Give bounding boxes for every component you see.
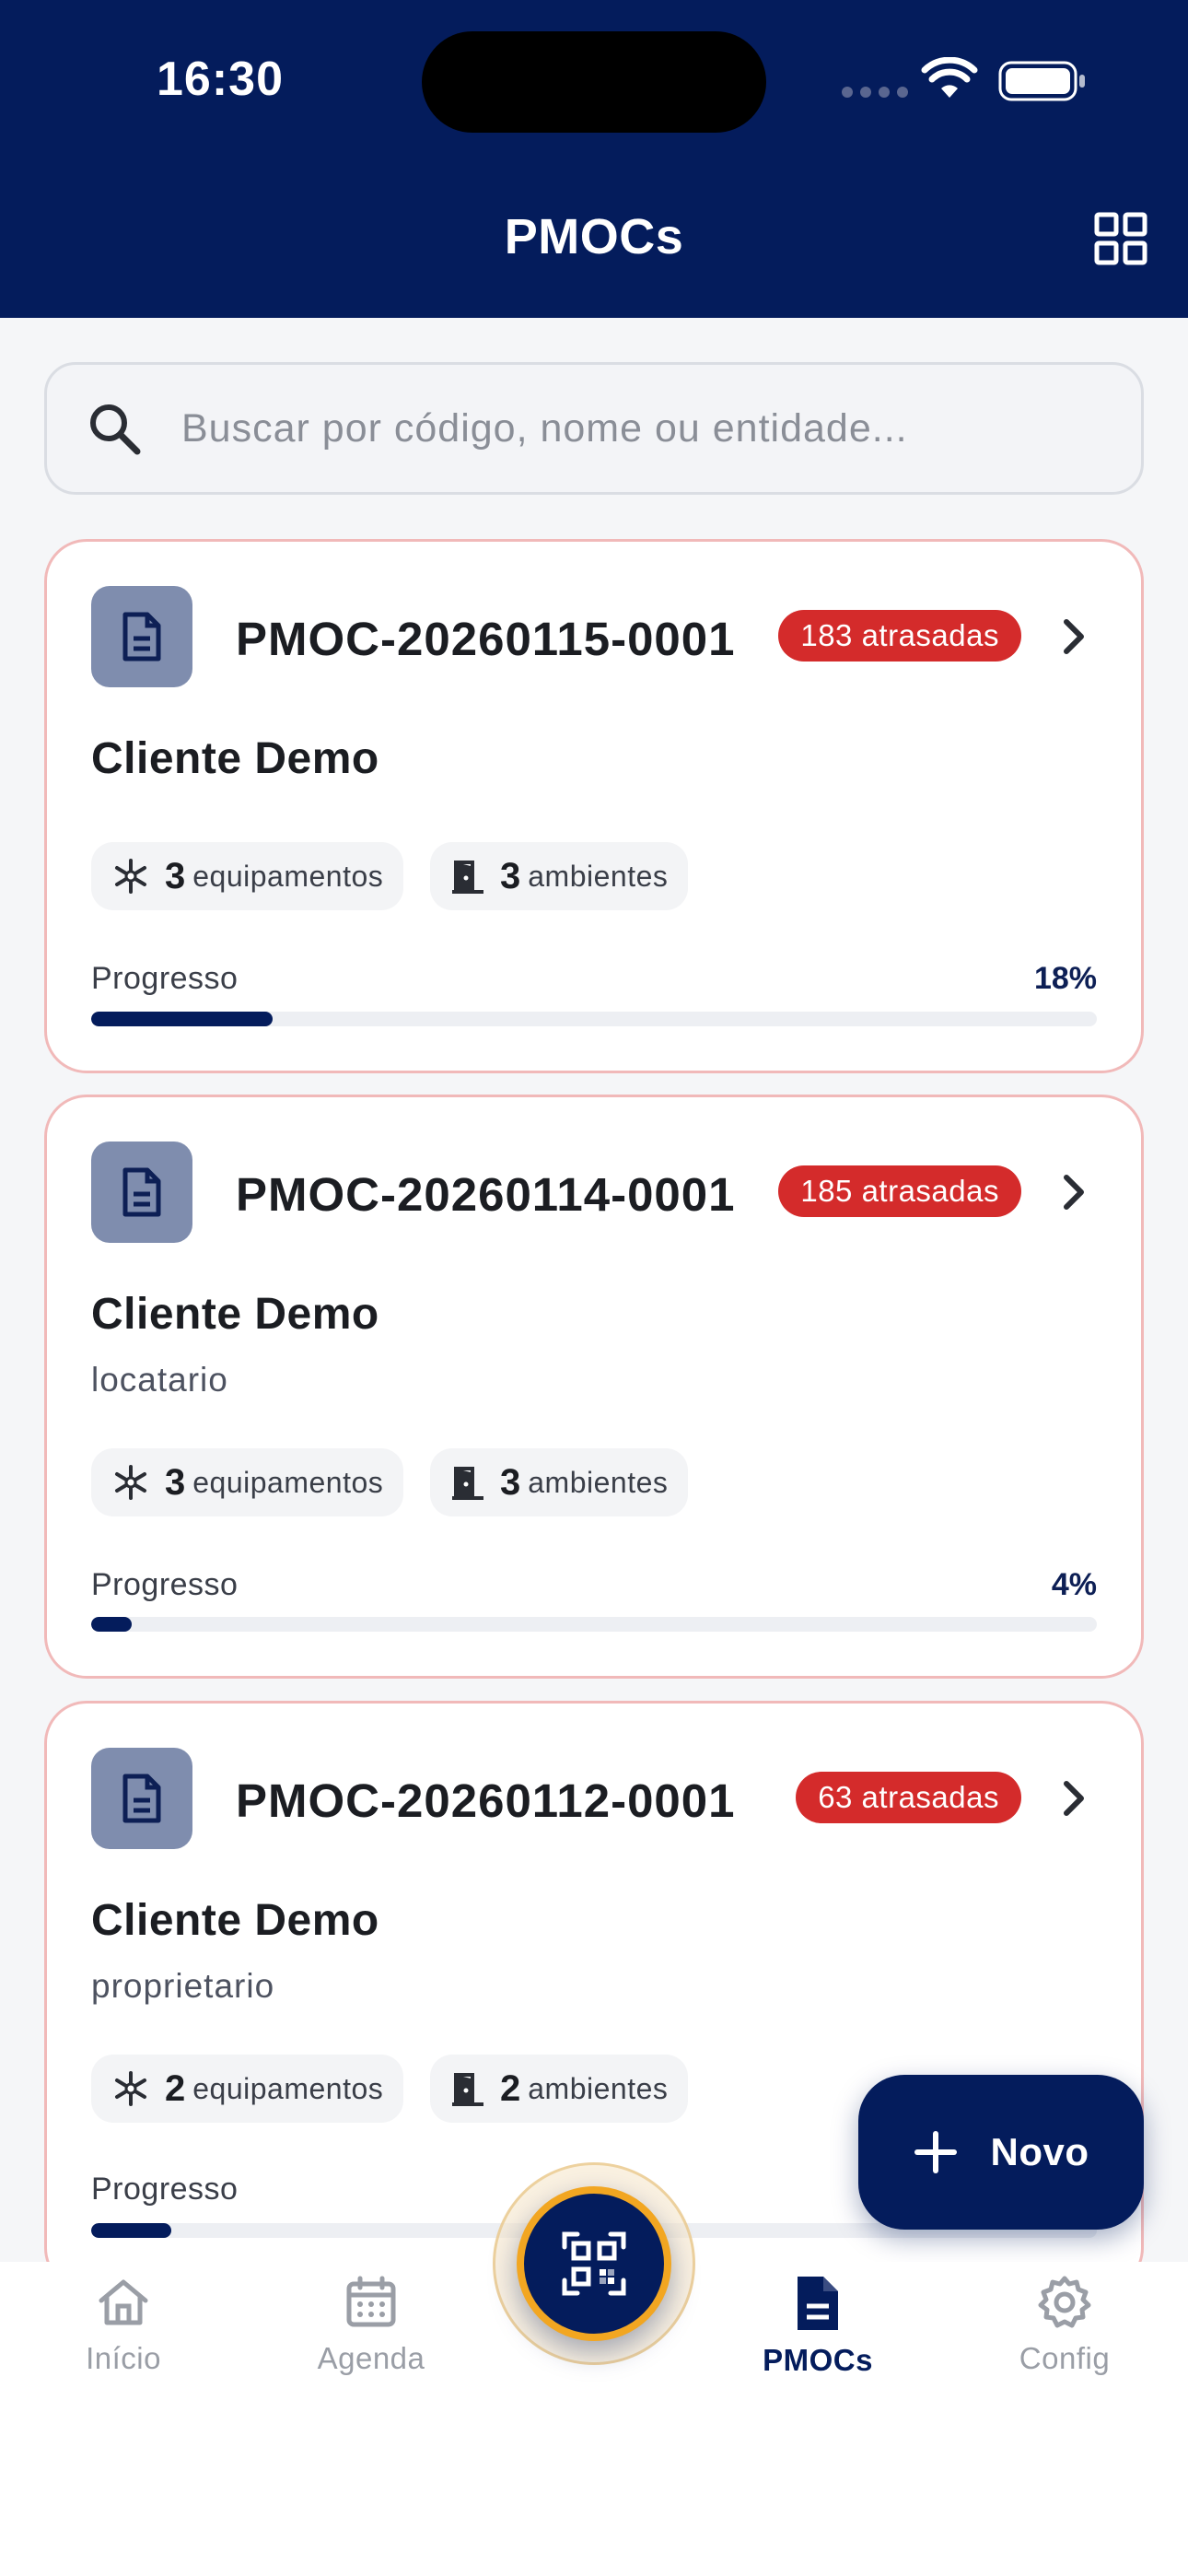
status-time: 16:30 xyxy=(157,53,284,106)
app-header: 16:30 PMOCs xyxy=(0,0,1188,318)
snowflake-icon xyxy=(115,859,146,894)
progress-label: Progresso xyxy=(91,2172,239,2207)
nav-item-config[interactable]: Config xyxy=(963,2275,1166,2376)
equipment-count: 3 xyxy=(165,855,186,896)
battery-icon xyxy=(998,61,1085,101)
door-icon xyxy=(452,861,483,894)
room-count: 2 xyxy=(500,2067,521,2109)
equipment-label: equipamentos xyxy=(192,859,384,893)
progress-value: 4% xyxy=(1051,1567,1097,1602)
chevron-right-icon xyxy=(1064,1781,1084,1816)
equipment-chip: 3 equipamentos xyxy=(91,842,404,910)
door-icon xyxy=(452,1467,483,1500)
progress-bar xyxy=(91,1617,1097,1632)
client-name: Cliente Demo xyxy=(91,1896,379,1945)
overdue-badge: 185 atrasadas xyxy=(778,1165,1021,1217)
chevron-right-icon xyxy=(1064,1175,1084,1210)
chevron-right-icon xyxy=(1064,619,1084,654)
document-icon xyxy=(91,1142,192,1243)
room-count: 3 xyxy=(500,855,521,896)
progress-fill xyxy=(91,1012,273,1026)
pmoc-card[interactable]: PMOC-20260114-0001 185 atrasadas Cliente… xyxy=(44,1095,1144,1679)
rooms-chip: 3 ambientes xyxy=(430,1448,689,1516)
nav-label: Início xyxy=(86,2341,161,2375)
qr-scan-icon xyxy=(562,2231,626,2296)
document-icon xyxy=(91,1748,192,1849)
search-input[interactable] xyxy=(181,405,1141,451)
equipment-label: equipamentos xyxy=(192,1465,384,1499)
calendar-icon xyxy=(346,2276,396,2327)
nav-item-agenda[interactable]: Agenda xyxy=(270,2275,472,2376)
home-icon xyxy=(99,2279,148,2325)
progress-value: 18% xyxy=(1033,961,1097,996)
page-title: PMOCs xyxy=(504,209,684,264)
equipment-chip: 3 equipamentos xyxy=(91,1448,404,1516)
rooms-chip: 3 ambientes xyxy=(430,842,689,910)
progress-fill xyxy=(91,2223,172,2238)
equipment-count: 2 xyxy=(165,2067,186,2109)
equipment-chip: 2 equipamentos xyxy=(91,2055,404,2123)
overdue-badge: 183 atrasadas xyxy=(778,610,1021,662)
room-count: 3 xyxy=(500,1461,521,1503)
nav-label: PMOCs xyxy=(763,2343,873,2377)
cellular-signal-icon xyxy=(842,87,908,98)
gear-icon xyxy=(1038,2276,1091,2328)
progress-fill xyxy=(91,1617,132,1632)
search-bar[interactable] xyxy=(44,362,1144,495)
room-label: ambientes xyxy=(528,2071,669,2105)
client-name: Cliente Demo xyxy=(91,734,379,783)
snowflake-icon xyxy=(115,1465,146,1500)
equipment-label: equipamentos xyxy=(192,2071,384,2105)
rooms-chip: 2 ambientes xyxy=(430,2055,689,2123)
overdue-badge: 63 atrasadas xyxy=(796,1772,1021,1823)
dynamic-island xyxy=(422,31,766,133)
search-icon xyxy=(90,404,141,455)
grid-view-icon[interactable] xyxy=(1094,212,1147,265)
pmoc-code: PMOC-20260114-0001 xyxy=(236,1168,736,1221)
equipment-count: 3 xyxy=(165,1461,186,1503)
progress-label: Progresso xyxy=(91,961,239,996)
client-role: locatario xyxy=(91,1361,228,1399)
client-name: Cliente Demo xyxy=(91,1290,379,1339)
document-icon xyxy=(91,586,192,687)
pmoc-card[interactable]: PMOC-20260115-0001 183 atrasadas Cliente… xyxy=(44,539,1144,1073)
wifi-icon xyxy=(921,57,978,98)
new-pmoc-button[interactable]: Novo xyxy=(858,2075,1144,2230)
door-icon xyxy=(452,2073,483,2106)
pmoc-code: PMOC-20260112-0001 xyxy=(236,1774,736,1827)
nav-label: Config xyxy=(1019,2341,1111,2375)
nav-label: Agenda xyxy=(317,2341,425,2375)
plus-icon xyxy=(914,2131,957,2173)
qr-scan-button[interactable] xyxy=(517,2186,671,2341)
document-icon xyxy=(798,2277,838,2330)
progress-bar xyxy=(91,1012,1097,1026)
progress-label: Progresso xyxy=(91,1567,239,1602)
nav-item-inicio[interactable]: Início xyxy=(22,2275,225,2376)
nav-item-pmocs[interactable]: PMOCs xyxy=(716,2275,919,2378)
client-role: proprietario xyxy=(91,1967,275,2005)
snowflake-icon xyxy=(115,2071,146,2106)
pmoc-code: PMOC-20260115-0001 xyxy=(236,613,736,665)
room-label: ambientes xyxy=(528,1465,669,1499)
room-label: ambientes xyxy=(528,859,669,893)
new-button-label: Novo xyxy=(990,2130,1089,2173)
